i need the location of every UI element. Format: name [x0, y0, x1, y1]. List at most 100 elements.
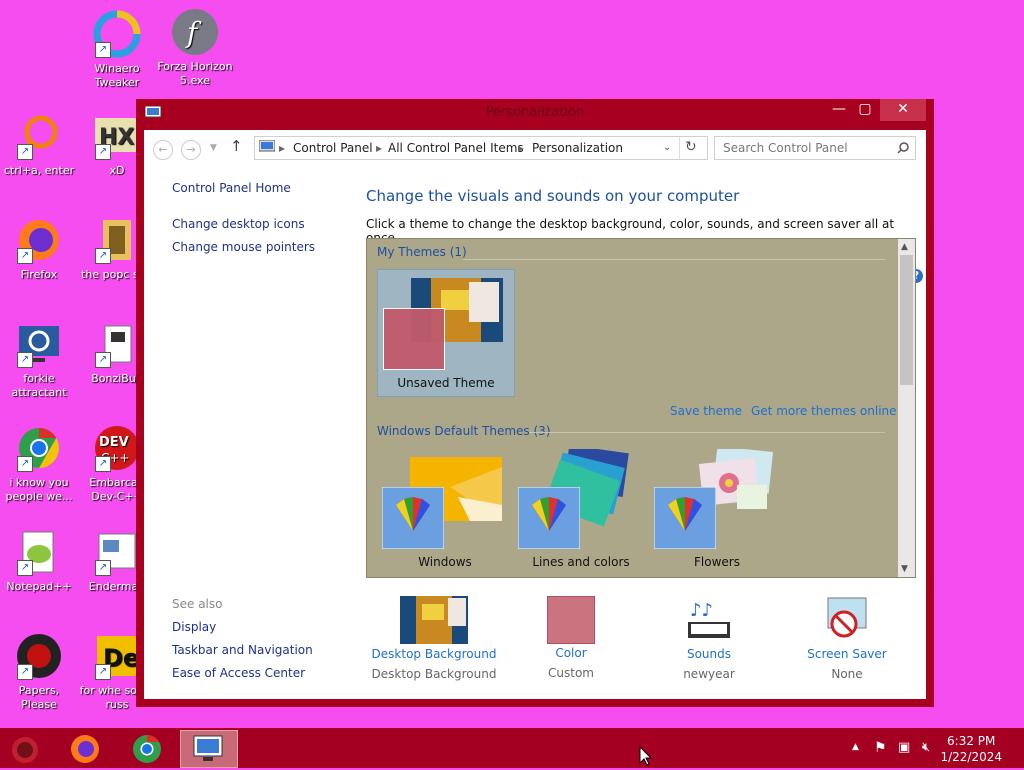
chevron-down-icon[interactable]: ⌄: [663, 142, 671, 153]
sounds-icon: ♪♪: [688, 600, 730, 638]
clock-date: 1/22/2024: [940, 750, 1002, 764]
desktop-icon-label: forkie attractant: [11, 372, 67, 399]
window-title: Personalization: [485, 105, 585, 120]
color-title[interactable]: Color: [506, 646, 636, 660]
color-setting[interactable]: Color Custom: [506, 596, 636, 680]
color-fan-icon: [382, 487, 444, 549]
flash-player-icon: f: [171, 8, 219, 56]
maximize-button[interactable]: ▢: [850, 99, 880, 121]
my-themes-header: My Themes (1): [377, 245, 467, 259]
screen-saver-value: None: [831, 667, 863, 681]
taskbar: ▲ ⚑ ▣ 🔇︎ 6:32 PM 1/22/2024: [0, 728, 1024, 768]
back-button[interactable]: ←: [153, 140, 173, 160]
theme-lines-and-colors[interactable]: Lines and colors: [513, 449, 649, 573]
hxd-icon: HX ↗: [93, 112, 141, 160]
desktop-background-title[interactable]: Desktop Background: [369, 647, 499, 661]
scroll-up-icon[interactable]: ▲: [901, 242, 908, 252]
chrome-icon: [133, 735, 161, 763]
chrome-icon: ↗: [15, 424, 63, 472]
screen-saver-icon: [827, 597, 867, 638]
get-more-themes-link[interactable]: Get more themes online: [751, 404, 897, 418]
volume-muted-icon[interactable]: 🔇︎: [922, 740, 930, 755]
scroll-down-icon[interactable]: ▼: [901, 564, 908, 574]
address-bar-row: ← → ▼ ↑ ▸ Control Panel ▸ All Control Pa…: [144, 130, 926, 166]
taskbar-control-panel[interactable]: [180, 730, 238, 768]
svg-text:♪♪: ♪♪: [690, 600, 713, 621]
desktop-icon-ctrl-a[interactable]: ↗ ctrl+a, enter: [0, 112, 78, 178]
theme-windows[interactable]: Windows: [377, 449, 513, 573]
sounds-title[interactable]: Sounds: [644, 647, 774, 661]
breadcrumb-separator: ▸: [518, 141, 525, 155]
show-hidden-icons[interactable]: ▲: [852, 742, 859, 752]
group-divider: [463, 259, 885, 260]
recent-locations-icon[interactable]: ▼: [210, 143, 217, 153]
taskbar-chrome[interactable]: [130, 732, 164, 766]
desktop-icon-winaero[interactable]: ↗ Winaero Tweaker: [78, 10, 156, 90]
refresh-icon[interactable]: ↻: [685, 139, 697, 155]
breadcrumb-separator: ▸: [279, 141, 286, 155]
desktop-icon-label: Winaero Tweaker: [94, 62, 140, 89]
clock-time: 6:32 PM: [947, 734, 996, 748]
divider: [679, 137, 680, 159]
unsaved-theme-label: Unsaved Theme: [397, 376, 495, 390]
themes-scrollbar[interactable]: ▲ ▼: [898, 239, 915, 577]
breadcrumb-separator: ▸: [376, 141, 383, 155]
group-divider: [529, 432, 885, 433]
ring-icon: ↗: [15, 112, 63, 160]
see-also-title: See also: [172, 597, 223, 611]
control-panel-home-link[interactable]: Control Panel Home: [172, 181, 291, 195]
screen-saver-setting[interactable]: Screen Saver None: [782, 596, 912, 681]
search-placeholder: Search Control Panel: [723, 141, 848, 155]
sounds-setting[interactable]: ♪♪ Sounds newyear: [644, 596, 774, 681]
mouse-cursor-icon: [639, 746, 653, 766]
computer-icon: [259, 140, 275, 152]
taskbar-firefox[interactable]: [68, 732, 102, 766]
forward-button[interactable]: →: [181, 140, 201, 160]
breadcrumb[interactable]: ▸ Control Panel ▸ All Control Panel Item…: [254, 136, 708, 160]
firefox-icon: [71, 735, 99, 763]
scrollbar-thumb[interactable]: [900, 255, 913, 385]
accent-color-swatch: [383, 308, 445, 370]
clock[interactable]: 6:32 PM 1/22/2024: [940, 733, 1002, 765]
ease-of-access-link[interactable]: Ease of Access Center: [172, 666, 305, 680]
change-desktop-icons-link[interactable]: Change desktop icons: [172, 217, 305, 231]
close-button[interactable]: ✕: [880, 99, 926, 121]
desktop-icon-forza[interactable]: f Forza Horizon 5.exe: [156, 8, 234, 88]
up-arrow-icon[interactable]: ↑: [230, 137, 243, 155]
desktop-icon-label: ctrl+a, enter: [3, 164, 75, 177]
save-theme-link[interactable]: Save theme: [670, 404, 742, 418]
breadcrumb-control-panel[interactable]: Control Panel: [293, 141, 373, 155]
yellow-logo-icon: De ↗: [93, 632, 141, 680]
themes-list: My Themes (1) Unsaved Theme Save theme G…: [366, 238, 916, 578]
search-input[interactable]: Search Control Panel: [714, 136, 916, 160]
network-icon[interactable]: ▣: [898, 740, 910, 755]
media-file-icon: ↗: [93, 216, 141, 264]
start-button[interactable]: [8, 732, 42, 766]
breadcrumb-personalization[interactable]: Personalization: [532, 141, 623, 155]
control-panel-icon: [193, 735, 223, 761]
change-mouse-pointers-link[interactable]: Change mouse pointers: [172, 240, 315, 254]
desktop-icon-label: i know you people we...: [5, 476, 73, 503]
desktop-icon-notepadpp[interactable]: ↗ Notepad++: [0, 528, 78, 594]
desktop-icon-papers[interactable]: ↗ Papers, Please: [0, 632, 78, 712]
desktop-icon-label: Forza Horizon 5.exe: [157, 60, 233, 87]
theme-flowers[interactable]: Flowers: [649, 449, 785, 573]
desktop-icon-label: Papers, Please: [18, 684, 60, 711]
taskbar-navigation-link[interactable]: Taskbar and Navigation: [172, 643, 313, 657]
breadcrumb-all-items[interactable]: All Control Panel Items: [388, 141, 524, 155]
screen-saver-title[interactable]: Screen Saver: [782, 647, 912, 661]
theme-label: Lines and colors: [532, 555, 630, 569]
desktop-icon-label: Notepad++: [6, 580, 72, 593]
desktop-background-setting[interactable]: Desktop Background Desktop Background: [369, 596, 499, 681]
search-icon[interactable]: [897, 142, 909, 154]
desktop-icon-chrome[interactable]: ↗ i know you people we...: [0, 424, 78, 504]
personalization-window: Personalization — ▢ ✕ ← → ▼ ↑ ▸ Control …: [136, 99, 934, 707]
theme-label: Windows: [418, 555, 472, 569]
title-bar[interactable]: Personalization — ▢ ✕: [136, 99, 934, 129]
desktop-icon-firefox[interactable]: ↗ Firefox: [0, 216, 78, 282]
papers-please-icon: ↗: [15, 632, 63, 680]
action-center-flag-icon[interactable]: ⚑: [874, 740, 887, 756]
display-link[interactable]: Display: [172, 620, 216, 634]
desktop-icon-forkie[interactable]: ↗ forkie attractant: [0, 320, 78, 400]
unsaved-theme-tile[interactable]: Unsaved Theme: [377, 269, 515, 397]
